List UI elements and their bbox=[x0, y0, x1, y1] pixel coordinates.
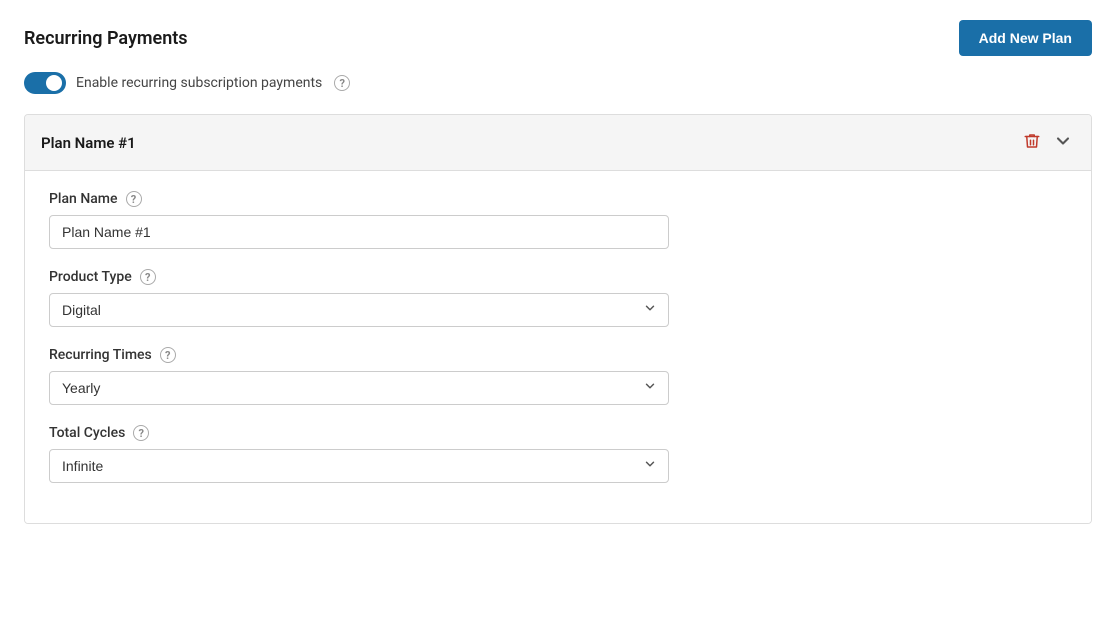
page-header: Recurring Payments Add New Plan bbox=[24, 20, 1092, 56]
collapse-plan-button[interactable] bbox=[1051, 129, 1075, 156]
plan-card-actions bbox=[1021, 129, 1075, 156]
recurring-times-label: Recurring Times ? bbox=[49, 347, 1067, 363]
product-type-help-icon[interactable]: ? bbox=[140, 269, 156, 285]
enable-toggle[interactable] bbox=[24, 72, 66, 94]
add-new-plan-button[interactable]: Add New Plan bbox=[959, 20, 1092, 56]
delete-icon bbox=[1023, 132, 1041, 150]
total-cycles-select[interactable]: Infinite 1 2 3 6 12 bbox=[49, 449, 669, 483]
plan-name-label: Plan Name ? bbox=[49, 191, 1067, 207]
recurring-times-select-wrapper: Daily Weekly Monthly Yearly bbox=[49, 371, 669, 405]
product-type-select-wrapper: Digital Physical Service bbox=[49, 293, 669, 327]
toggle-track bbox=[24, 72, 66, 94]
plan-card-title: Plan Name #1 bbox=[41, 134, 136, 152]
page-title: Recurring Payments bbox=[24, 28, 188, 49]
plan-name-help-icon[interactable]: ? bbox=[126, 191, 142, 207]
recurring-times-select[interactable]: Daily Weekly Monthly Yearly bbox=[49, 371, 669, 405]
plan-card-body: Plan Name ? Product Type ? Digital Physi… bbox=[25, 171, 1091, 523]
plan-card-header: Plan Name #1 bbox=[25, 115, 1091, 171]
product-type-label: Product Type ? bbox=[49, 269, 1067, 285]
recurring-times-group: Recurring Times ? Daily Weekly Monthly Y… bbox=[49, 347, 1067, 405]
chevron-down-icon bbox=[1053, 131, 1073, 151]
total-cycles-help-icon[interactable]: ? bbox=[133, 425, 149, 441]
total-cycles-select-wrapper: Infinite 1 2 3 6 12 bbox=[49, 449, 669, 483]
delete-plan-button[interactable] bbox=[1021, 130, 1043, 155]
total-cycles-group: Total Cycles ? Infinite 1 2 3 6 12 bbox=[49, 425, 1067, 483]
recurring-times-help-icon[interactable]: ? bbox=[160, 347, 176, 363]
plan-name-group: Plan Name ? bbox=[49, 191, 1067, 249]
enable-help-icon[interactable]: ? bbox=[334, 75, 350, 91]
plan-card: Plan Name #1 Plan Name bbox=[24, 114, 1092, 524]
enable-toggle-row: Enable recurring subscription payments ? bbox=[24, 72, 1092, 94]
product-type-select[interactable]: Digital Physical Service bbox=[49, 293, 669, 327]
enable-toggle-label: Enable recurring subscription payments bbox=[76, 75, 322, 91]
product-type-group: Product Type ? Digital Physical Service bbox=[49, 269, 1067, 327]
plan-name-input[interactable] bbox=[49, 215, 669, 249]
toggle-thumb bbox=[46, 75, 62, 91]
total-cycles-label: Total Cycles ? bbox=[49, 425, 1067, 441]
